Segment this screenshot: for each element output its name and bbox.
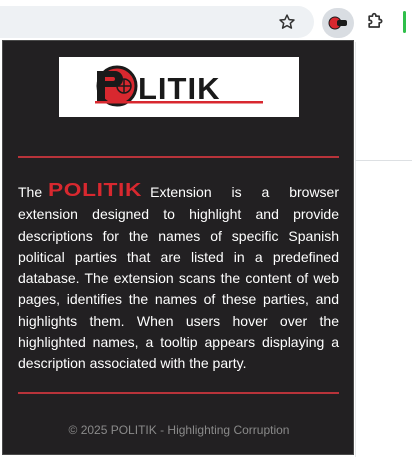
svg-text:LITIK: LITIK — [138, 71, 221, 106]
politik-logo: LITIK — [59, 57, 299, 117]
extensions-puzzle-icon[interactable] — [362, 9, 388, 35]
bookmark-star-icon[interactable] — [274, 9, 300, 35]
description-body: Extension is a browser extension designe… — [18, 184, 339, 372]
politik-logo-icon: LITIK — [95, 65, 263, 107]
browser-toolbar — [0, 0, 412, 42]
status-indicator — [403, 11, 406, 33]
extension-logo-icon — [328, 16, 347, 30]
popup-footer: © 2025 POLITIK - Highlighting Corruption — [68, 423, 290, 437]
divider-top — [18, 156, 339, 158]
divider-bottom — [18, 392, 339, 394]
extension-popup: LITIK The POLITIK Extension is a browser e… — [2, 40, 354, 455]
inline-politik-logo: POLITIK — [48, 180, 142, 204]
inline-logo-icon: POLITIK — [48, 180, 142, 200]
page-divider — [355, 42, 356, 457]
politik-extension-button[interactable] — [322, 8, 354, 38]
page-divider — [355, 160, 412, 161]
address-bar[interactable] — [0, 6, 314, 38]
extension-description: The POLITIK Extension is a browser extensi… — [18, 180, 339, 375]
description-intro: The — [18, 184, 43, 200]
svg-text:POLITIK: POLITIK — [48, 182, 142, 198]
